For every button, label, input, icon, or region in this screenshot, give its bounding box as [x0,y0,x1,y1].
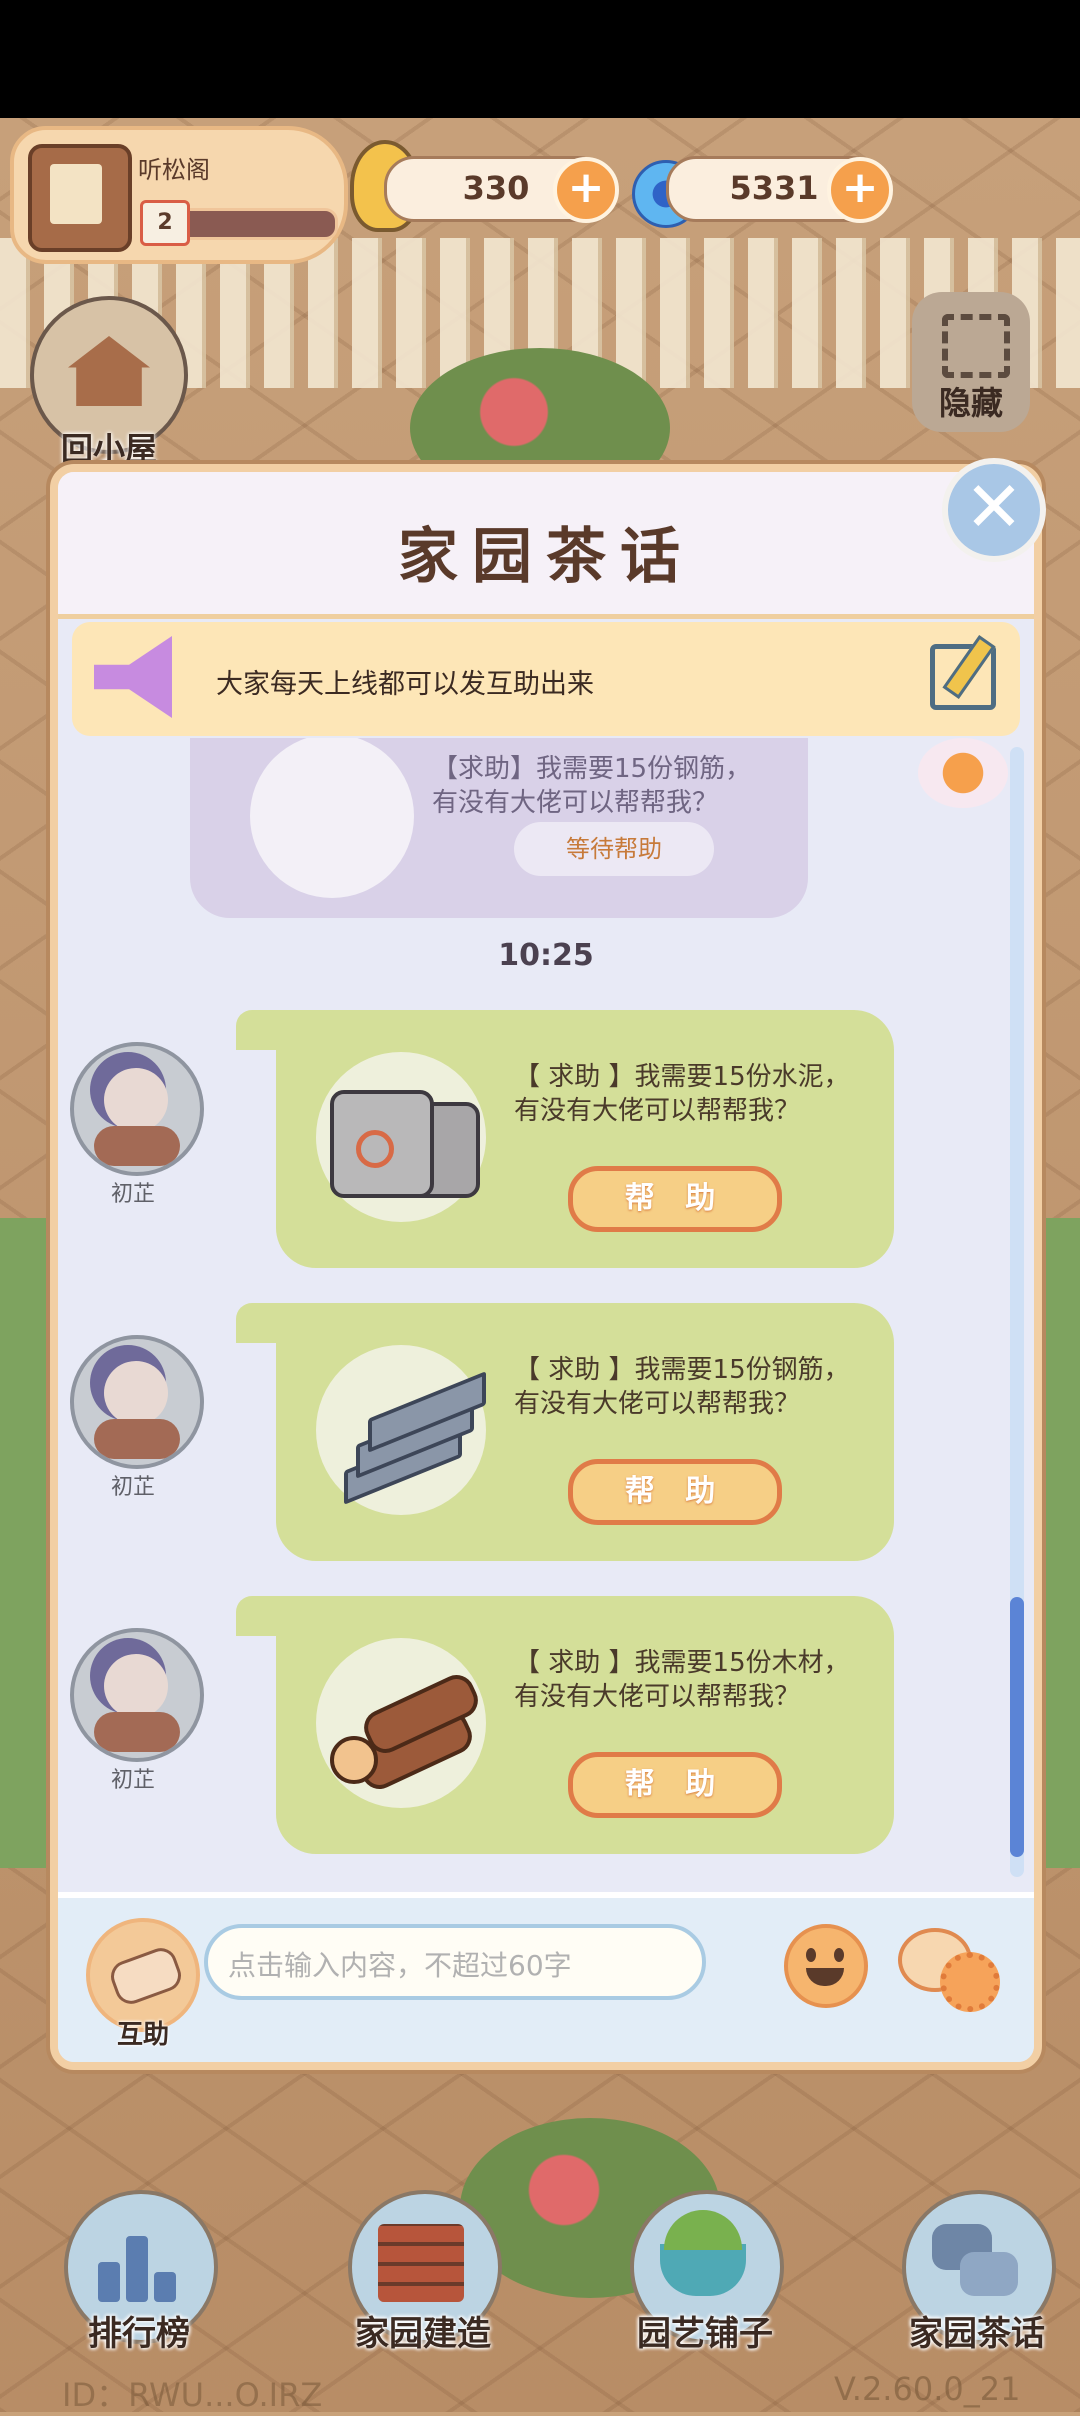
chat-settings-button[interactable] [898,1924,1000,2012]
fullscreen-icon [942,314,1010,378]
message-text: 【 求助 】我需要15份木材， 有没有大佬可以帮帮我？ [514,1646,850,1714]
message-bubble: 【 求助 】我需要15份钢筋， 有没有大佬可以帮帮我？ 帮 助 [236,1303,894,1561]
help-button[interactable]: 帮 助 [568,1166,782,1232]
tea-chat-dialog: 家园茶话 大家每天上线都可以发互助出来 【求助】我需要15份钢筋， 有没有大佬可… [50,464,1042,2070]
handshake-icon [106,1943,186,2009]
message-line2: 有没有大佬可以帮帮我？ [514,1389,801,1419]
message-line2: 有没有大佬可以帮帮我？ [514,1096,801,1126]
emoji-icon[interactable] [784,1924,868,2008]
help-button[interactable]: 帮 助 [568,1752,782,1818]
chat-timestamp: 10:25 [498,938,594,973]
chat-bubbles-icon [932,2224,1018,2302]
chat-message: 初芷 【 求助 】我需要15份钢筋， 有没有大佬可以帮帮我？ 帮 助 [58,1303,1034,1563]
dialog-title: 家园茶话 [398,522,694,592]
version-text: V.2.60.0_21 [834,2370,1021,2408]
notice-banner: 大家每天上线都可以发互助出来 [72,622,1020,736]
chat-list[interactable]: 【求助】我需要15份钢筋， 有没有大佬可以帮帮我？ 等待帮助 10:25 初芷 … [58,738,1034,1922]
message-line2: 有没有大佬可以帮帮我？ [514,1682,801,1712]
hide-ui-button[interactable]: 隐藏 [912,292,1030,432]
player-profile[interactable]: 听松阁 2 [10,126,348,264]
waiting-help-button: 等待帮助 [514,822,714,876]
scrollbar-thumb[interactable] [1010,1597,1024,1857]
brick-wall-icon [378,2224,464,2302]
edit-icon[interactable] [930,644,996,710]
user-name: 初芷 [110,1475,155,1500]
help-button[interactable]: 帮 助 [568,1459,782,1525]
chat-scrollbar[interactable] [1010,747,1024,1877]
coin-counter: 330 + [384,156,619,223]
chat-input-bar: 互助 点击输入内容，不超过60字 [58,1898,1034,2062]
user-avatar[interactable] [70,1628,204,1762]
own-request-text: 【求助】我需要15份钢筋， 有没有大佬可以帮帮我？ [432,752,751,820]
gem-counter: 5331 + [666,156,893,223]
message-line1: 【 求助 】我需要15份水泥， [514,1062,850,1092]
nav-label: 家园建造 [355,2314,491,2354]
user-name: 初芷 [110,1182,155,1207]
own-request-bubble: 【求助】我需要15份钢筋， 有没有大佬可以帮帮我？ 等待帮助 [190,738,808,918]
nav-garden-shop[interactable]: 园艺铺子 [630,2190,784,2360]
nav-label: 家园茶话 [909,2314,1045,2354]
player-name: 听松阁 [138,156,210,184]
message-bubble: 【 求助 】我需要15份木材， 有没有大佬可以帮帮我？ 帮 助 [236,1596,894,1854]
mutual-help-label: 互助 [116,2020,169,2050]
mutual-help-button[interactable]: 互助 [86,1918,200,2050]
level-badge: 2 [140,200,190,246]
steel-beams-icon [250,738,414,898]
own-request-line2: 有没有大佬可以帮帮我？ [432,788,719,818]
player-id: ID：RWU...O.IRZ [62,2376,323,2414]
nav-label: 园艺铺子 [637,2314,773,2354]
leaderboard-icon [94,2224,180,2302]
chat-input[interactable]: 点击输入内容，不超过60字 [204,1924,706,2000]
wood-logs-icon [316,1638,486,1808]
nav-home-build[interactable]: 家园建造 [348,2190,502,2360]
dialog-header: 家园茶话 [58,472,1034,619]
gear-icon [940,1952,1000,2012]
message-text: 【 求助 】我需要15份水泥， 有没有大佬可以帮帮我？ [514,1060,850,1128]
nav-tea-chat[interactable]: 家园茶话 [902,2190,1056,2360]
message-line1: 【 求助 】我需要15份木材， [514,1648,850,1678]
user-avatar[interactable] [70,1335,204,1469]
house-icon [68,336,150,406]
message-bubble: 【 求助 】我需要15份水泥， 有没有大佬可以帮帮我？ 帮 助 [236,1010,894,1268]
hide-label: 隐藏 [938,384,1003,422]
megaphone-icon [94,636,172,718]
status-bar [0,0,1080,118]
user-avatar[interactable] [70,1042,204,1176]
nav-label: 排行榜 [88,2314,190,2354]
nav-leaderboard[interactable]: 排行榜 [64,2190,218,2360]
notice-text: 大家每天上线都可以发互助出来 [216,669,594,700]
add-gems-button[interactable]: + [827,157,893,223]
own-request-line1: 【求助】我需要15份钢筋， [432,754,752,784]
chat-message: 初芷 【 求助 】我需要15份木材， 有没有大佬可以帮帮我？ 帮 助 [58,1596,1034,1856]
message-line1: 【 求助 】我需要15份钢筋， [514,1355,850,1385]
user-name: 初芷 [110,1768,155,1793]
close-button[interactable]: ✕ [942,458,1046,562]
add-coins-button[interactable]: + [553,157,619,223]
cement-bags-icon [316,1052,486,1222]
chat-message: 初芷 【 求助 】我需要15份水泥， 有没有大佬可以帮帮我？ 帮 助 [58,1010,1034,1270]
steel-beams-icon [316,1345,486,1515]
home-button[interactable]: 回小屋 [30,296,188,468]
journal-icon [28,144,132,252]
message-text: 【 求助 】我需要15份钢筋， 有没有大佬可以帮帮我？ [514,1353,850,1421]
sun-avatar-icon [918,738,1008,808]
